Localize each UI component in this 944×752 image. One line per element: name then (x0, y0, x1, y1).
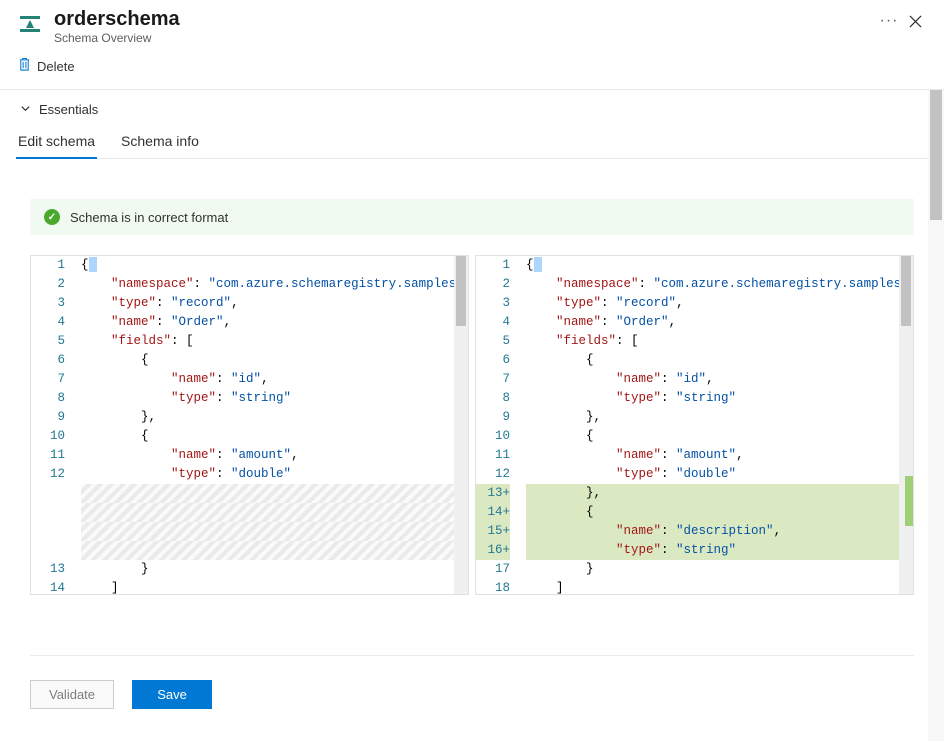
code-left[interactable]: { "namespace": "com.azure.schemaregistry… (73, 256, 468, 595)
essentials-label: Essentials (39, 102, 98, 117)
save-button[interactable]: Save (132, 680, 212, 709)
delete-button[interactable]: Delete (16, 53, 77, 79)
command-bar: Delete (0, 45, 944, 89)
success-icon: ✓ (44, 209, 60, 225)
tab-bar: Edit schema Schema info (16, 127, 928, 159)
diff-editor: 1 2 3 4 5 6 7 8 9 10 11 12 13 (30, 255, 914, 595)
page-title: orderschema (54, 8, 866, 31)
banner-text: Schema is in correct format (70, 210, 228, 225)
chevron-down-icon (20, 103, 31, 117)
editor-right[interactable]: 1 2 3 4 5 6 7 8 9 10 11 12 13+ 14+ 15+ 1… (475, 255, 914, 595)
minimap-left[interactable] (454, 256, 468, 594)
content-scroll[interactable]: Essentials Edit schema Schema info ✓ Sch… (0, 89, 944, 741)
code-right[interactable]: { "namespace": "com.azure.schemaregistry… (518, 256, 913, 595)
essentials-toggle[interactable]: Essentials (16, 90, 928, 127)
delete-label: Delete (37, 59, 75, 74)
page-scrollbar[interactable] (928, 90, 944, 741)
trash-icon (18, 57, 31, 75)
tab-schema-info[interactable]: Schema info (119, 127, 201, 158)
action-bar: Validate Save (30, 655, 914, 709)
editor-left[interactable]: 1 2 3 4 5 6 7 8 9 10 11 12 13 (30, 255, 469, 595)
gutter-left: 1 2 3 4 5 6 7 8 9 10 11 12 13 (31, 256, 73, 594)
close-button[interactable] (902, 8, 928, 34)
gutter-right: 1 2 3 4 5 6 7 8 9 10 11 12 13+ 14+ 15+ 1… (476, 256, 518, 594)
validate-button[interactable]: Validate (30, 680, 114, 709)
tab-edit-schema[interactable]: Edit schema (16, 127, 97, 159)
minimap-right[interactable] (899, 256, 913, 594)
page-subtitle: Schema Overview (54, 31, 866, 45)
schema-icon (16, 10, 44, 38)
more-menu-button[interactable]: ··· (876, 8, 902, 34)
validation-banner: ✓ Schema is in correct format (30, 199, 914, 235)
diff-marker-add (905, 476, 913, 526)
page-header: orderschema Schema Overview ··· (0, 0, 944, 45)
